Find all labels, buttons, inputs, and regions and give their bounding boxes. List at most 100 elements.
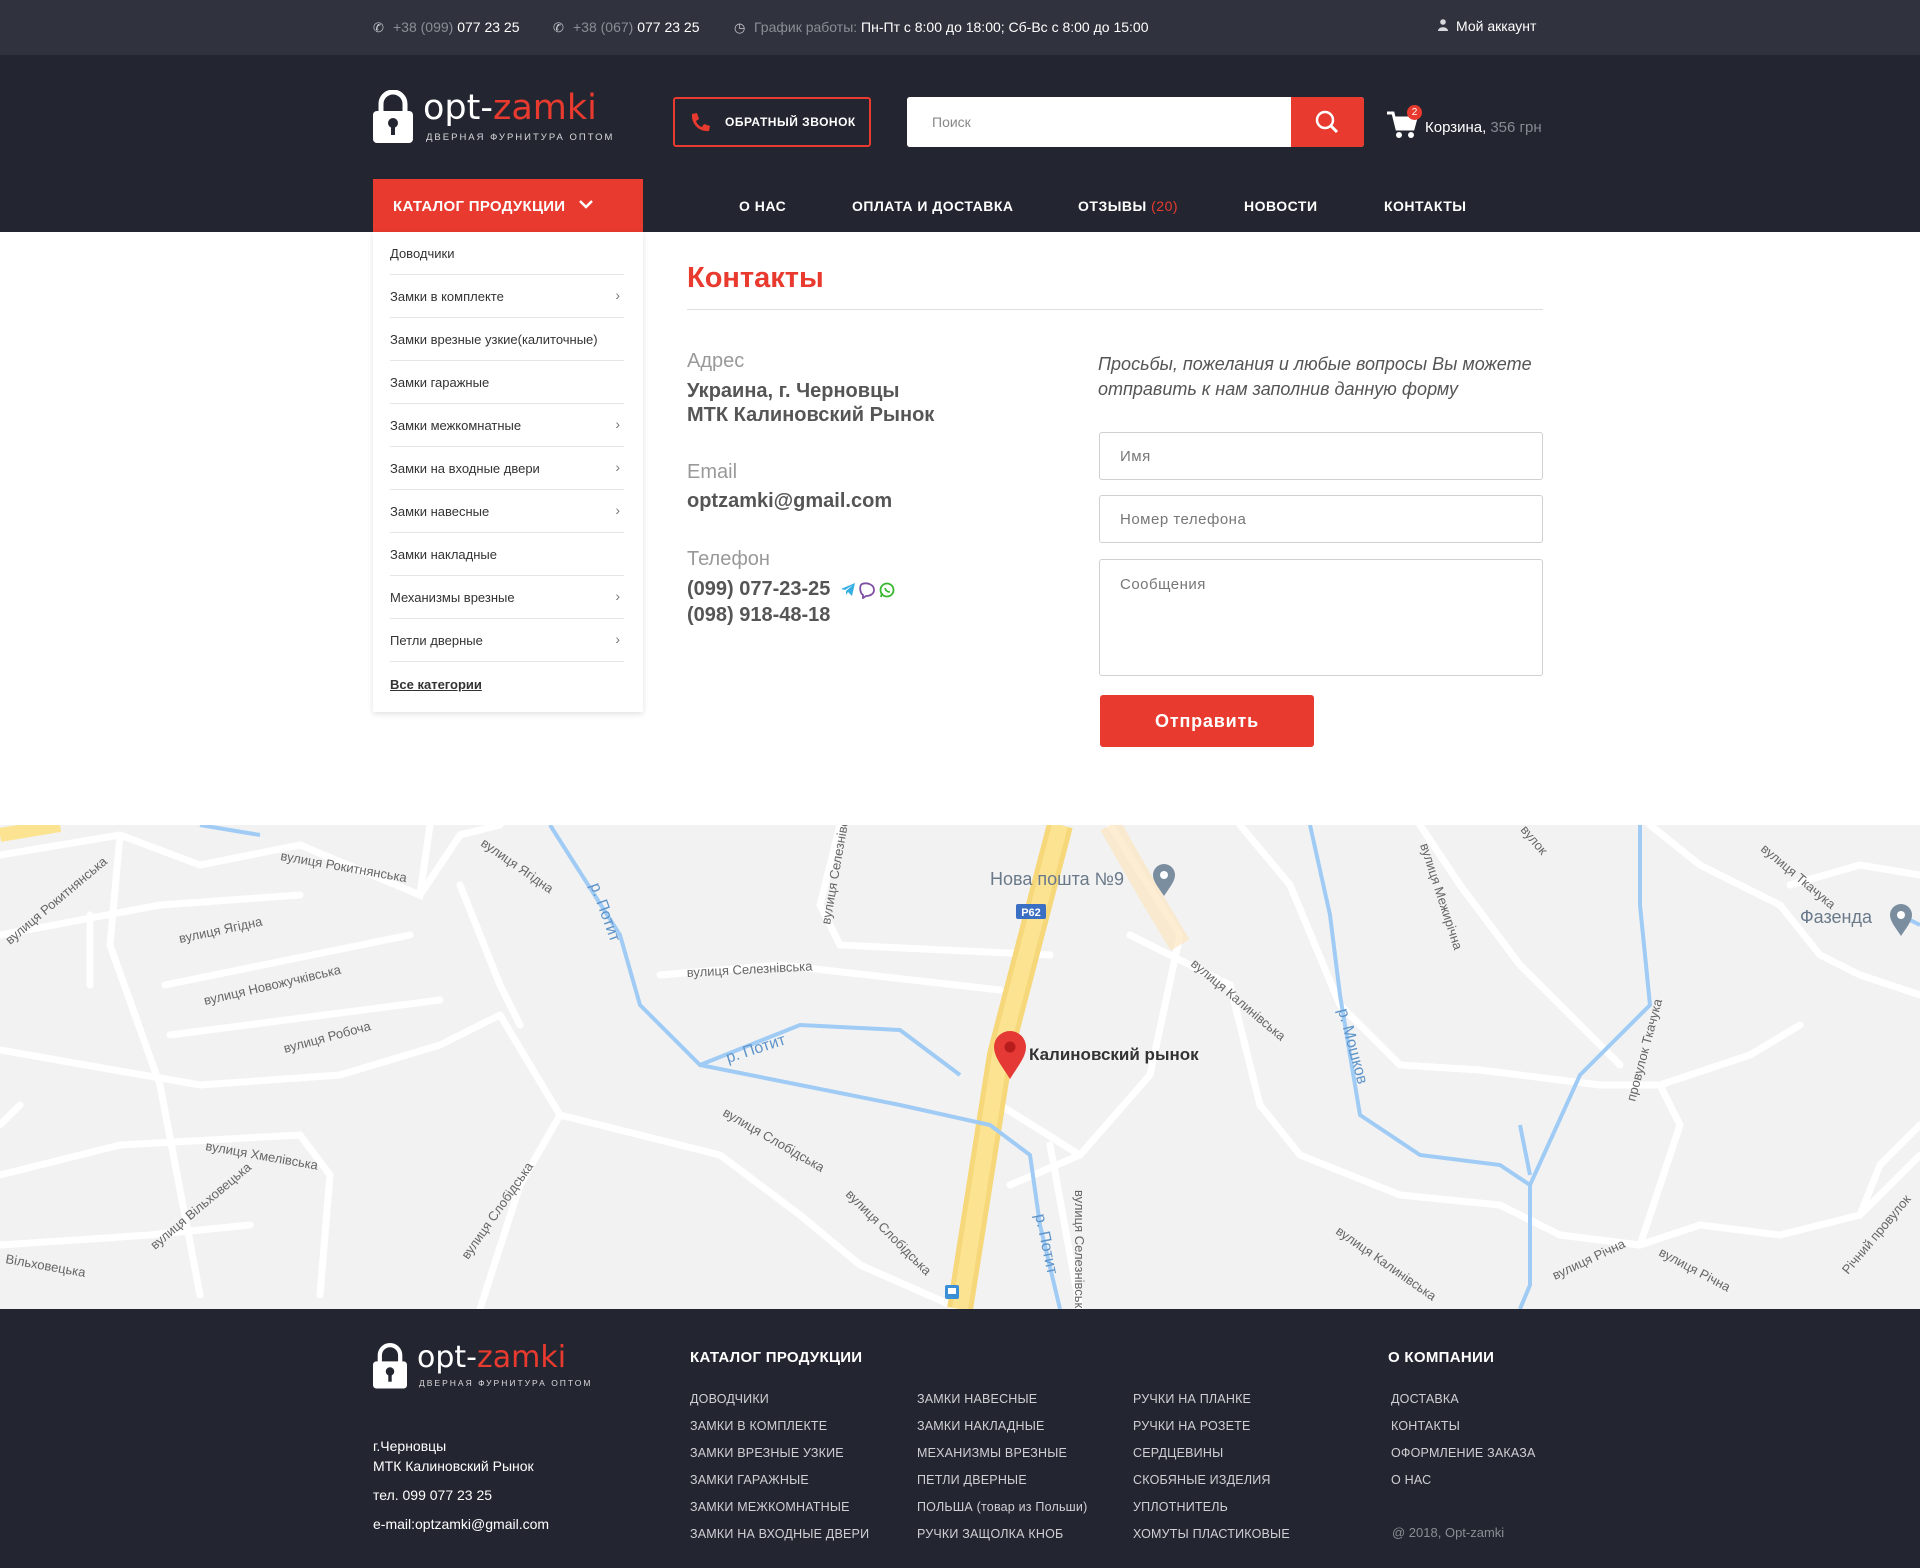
footer-catalog-link[interactable]: УПЛОТНИТЕЛЬ bbox=[1133, 1500, 1228, 1514]
map-street-label: вулиця Селезнівська bbox=[1072, 1190, 1087, 1309]
chevron-right-icon: › bbox=[615, 287, 620, 303]
clock-icon: ◷ bbox=[734, 20, 746, 35]
nav-contacts[interactable]: КОНТАКТЫ bbox=[1384, 198, 1466, 214]
nav-reviews[interactable]: ОТЗЫВЫ (20) bbox=[1078, 198, 1178, 214]
footer-market: МТК Калиновский Рынок bbox=[373, 1458, 534, 1474]
map-street-label: вулиця Рокитнянська bbox=[279, 848, 408, 885]
map-poi-label[interactable]: Фазенда bbox=[1800, 907, 1873, 927]
footer-catalog-link[interactable]: ПЕТЛИ ДВЕРНЫЕ bbox=[917, 1473, 1027, 1487]
footer-catalog-link[interactable]: ЗАМКИ НАКЛАДНЫЕ bbox=[917, 1419, 1045, 1433]
logo-tagline: ДВЕРНАЯ ФУРНИТУРА ОПТОМ bbox=[419, 1378, 593, 1388]
logo-text-zamki: zamki bbox=[477, 1340, 567, 1375]
footer-company-link[interactable]: О НАС bbox=[1391, 1473, 1431, 1487]
sidebar-item[interactable]: Замки гаражные bbox=[390, 361, 624, 404]
footer-company-link[interactable]: ОФОРМЛЕНИЕ ЗАКАЗА bbox=[1391, 1446, 1536, 1460]
sidebar-item[interactable]: Замки накладные bbox=[390, 533, 624, 576]
nav-news[interactable]: НОВОСТИ bbox=[1244, 198, 1318, 214]
footer-catalog-heading: КАТАЛОГ ПРОДУКЦИИ bbox=[690, 1349, 863, 1366]
viber-icon[interactable] bbox=[859, 582, 875, 600]
footer-catalog-link[interactable]: ХОМУТЫ ПЛАСТИКОВЫЕ bbox=[1133, 1527, 1290, 1541]
search-button[interactable] bbox=[1291, 97, 1364, 147]
map-street-label: вулиця Селезнівська bbox=[686, 958, 813, 980]
submit-button[interactable]: Отправить bbox=[1100, 695, 1314, 747]
chevron-right-icon: › bbox=[615, 631, 620, 647]
callback-button[interactable]: ОБРАТНЫЙ ЗВОНОК bbox=[673, 97, 871, 147]
logo[interactable]: opt-zamki ДВЕРНАЯ ФУРНИТУРА ОПТОМ bbox=[373, 88, 633, 150]
footer-catalog-link[interactable]: РУЧКИ ЗАЩОЛКА КНОБ bbox=[917, 1527, 1063, 1541]
phone-1[interactable]: (099) 077-23-25 bbox=[687, 577, 830, 601]
my-account-link[interactable]: Мой аккаунт bbox=[1438, 18, 1536, 34]
sidebar-item[interactable]: Замки врезные узкие(калиточные) bbox=[390, 318, 624, 361]
email-label: Email bbox=[687, 461, 738, 483]
footer-catalog-link[interactable]: ДОВОДЧИКИ bbox=[690, 1392, 769, 1406]
chevron-right-icon: › bbox=[615, 416, 620, 432]
footer-catalog-link[interactable]: РУЧКИ НА РОЗЕТЕ bbox=[1133, 1419, 1251, 1433]
footer-logo[interactable]: opt-zamki ДВЕРНАЯ ФУРНИТУРА ОПТОМ bbox=[373, 1340, 633, 1393]
map-poi-label[interactable]: Нова пошта №9 bbox=[990, 869, 1124, 889]
sidebar-item[interactable]: Замки межкомнатные › bbox=[390, 404, 624, 447]
catalog-dropdown-button[interactable]: КАТАЛОГ ПРОДУКЦИИ bbox=[373, 179, 643, 232]
chevron-down-icon bbox=[578, 194, 594, 219]
footer-catalog-link[interactable]: ЗАМКИ НАВЕСНЫЕ bbox=[917, 1392, 1037, 1406]
footer-catalog-link[interactable]: МЕХАНИЗМЫ ВРЕЗНЫЕ bbox=[917, 1446, 1067, 1460]
name-field[interactable] bbox=[1099, 432, 1543, 480]
footer-company-link[interactable]: ДОСТАВКА bbox=[1391, 1392, 1459, 1406]
email-value[interactable]: optzamki@gmail.com bbox=[687, 489, 892, 513]
main-nav: КАТАЛОГ ПРОДУКЦИИ О НАС ОПЛАТА И ДОСТАВК… bbox=[0, 179, 1920, 232]
footer-company-link[interactable]: КОНТАКТЫ bbox=[1391, 1419, 1460, 1433]
logo-text-opt: opt- bbox=[423, 88, 493, 128]
footer-catalog-link[interactable]: РУЧКИ НА ПЛАНКЕ bbox=[1133, 1392, 1251, 1406]
top-phone-1[interactable]: ✆ +38 (099) 077 23 25 bbox=[373, 19, 520, 36]
phone-field[interactable] bbox=[1099, 495, 1543, 543]
map-street-label: вулиця Новожучківська bbox=[202, 962, 343, 1008]
sidebar-item[interactable]: Доводчики bbox=[390, 232, 624, 275]
map-street-label: вулиця Річна bbox=[1657, 1244, 1734, 1294]
message-field[interactable] bbox=[1099, 559, 1543, 676]
location-map[interactable]: вулиця Рокитнянська вулиця Ягідна вулиця… bbox=[0, 825, 1920, 1309]
title-divider bbox=[687, 309, 1543, 310]
sidebar-item[interactable]: Механизмы врезные › bbox=[390, 576, 624, 619]
map-street-label: вулиця Ягідна bbox=[178, 913, 265, 945]
footer-catalog-link[interactable]: СКОБЯНЫЕ ИЗДЕЛИЯ bbox=[1133, 1473, 1271, 1487]
cart-widget[interactable]: 2 Корзина, 356 грн bbox=[1385, 105, 1545, 145]
bus-stop-icon[interactable] bbox=[945, 1285, 959, 1299]
footer-email[interactable]: e-mail:optzamki@gmail.com bbox=[373, 1516, 549, 1532]
map-street-label: вулиця Калинівська bbox=[1333, 1223, 1439, 1304]
catalog-sidebar: Доводчики Замки в комплекте › Замки врезн… bbox=[373, 232, 643, 712]
sidebar-item[interactable]: Замки навесные › bbox=[390, 490, 624, 533]
cart-sum: 356 грн bbox=[1490, 119, 1542, 136]
map-pin-icon[interactable] bbox=[1890, 904, 1912, 936]
phone-icon: ✆ bbox=[373, 20, 384, 35]
sidebar-item[interactable]: Замки в комплекте › bbox=[390, 275, 624, 318]
footer-tel[interactable]: тел. 099 077 23 25 bbox=[373, 1487, 492, 1503]
nav-payment-delivery[interactable]: ОПЛАТА И ДОСТАВКА bbox=[852, 198, 1013, 214]
telegram-icon[interactable] bbox=[841, 583, 855, 596]
form-note: Просьбы, пожелания и любые вопросы Вы мо… bbox=[1098, 354, 1532, 399]
footer-catalog-link[interactable]: ЗАМКИ НА ВХОДНЫЕ ДВЕРИ bbox=[690, 1527, 869, 1541]
footer-catalog-link[interactable]: ЗАМКИ ВРЕЗНЫЕ УЗКИЕ bbox=[690, 1446, 844, 1460]
messenger-icons bbox=[840, 581, 900, 600]
nav-about[interactable]: О НАС bbox=[739, 198, 786, 214]
address-line-1: Украина, г. Черновцы bbox=[687, 380, 900, 402]
map-street-label: вулиця Вільховецька bbox=[147, 1159, 254, 1252]
top-phone-2[interactable]: ✆ +38 (067) 077 23 25 bbox=[553, 19, 700, 36]
footer-catalog-link[interactable]: ПОЛЬША (товар из Польши) bbox=[917, 1500, 1087, 1514]
copyright: @ 2018, Opt-zamki bbox=[1392, 1525, 1505, 1540]
footer-catalog-link[interactable]: СЕРДЦЕВИНЫ bbox=[1133, 1446, 1223, 1460]
footer-company-heading: О КОМПАНИИ bbox=[1388, 1349, 1495, 1366]
footer-catalog-link[interactable]: ЗАМКИ ГАРАЖНЫЕ bbox=[690, 1473, 809, 1487]
footer-catalog-link[interactable]: ЗАМКИ МЕЖКОМНАТНЫЕ bbox=[690, 1500, 850, 1514]
sidebar-item[interactable]: Петли дверные › bbox=[390, 619, 624, 662]
reviews-count: (20) bbox=[1151, 198, 1179, 214]
search-input[interactable] bbox=[907, 97, 1292, 147]
footer-catalog-link[interactable]: ЗАМКИ В КОМПЛЕКТЕ bbox=[690, 1419, 827, 1433]
phone-2[interactable]: (098) 918-48-18 bbox=[687, 603, 830, 627]
sidebar-item[interactable]: Замки на входные двери › bbox=[390, 447, 624, 490]
map-canvas: вулиця Рокитнянська вулиця Ягідна вулиця… bbox=[0, 825, 1920, 1309]
page-title: Контакты bbox=[687, 262, 824, 294]
all-categories-link[interactable]: Все категории bbox=[390, 677, 482, 692]
map-river-label: р. Мошков bbox=[1334, 1007, 1371, 1086]
whatsapp-icon[interactable] bbox=[879, 582, 895, 598]
top-bar: ✆ +38 (099) 077 23 25 ✆ +38 (067) 077 23 2… bbox=[0, 0, 1920, 55]
search-box bbox=[907, 97, 1364, 147]
